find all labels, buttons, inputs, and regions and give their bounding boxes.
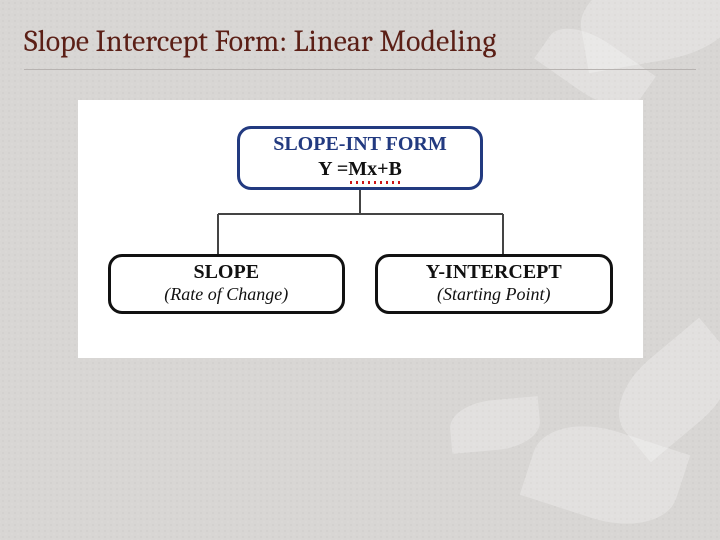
diagram-left-box: SLOPE (Rate of Change): [108, 254, 346, 314]
title-bar: Slope Intercept Form: Linear Modeling: [24, 18, 696, 70]
formula-underlined: Mx+B: [348, 158, 402, 181]
diagram-top-box: SLOPE-INT FORM Y =Mx+B: [237, 126, 483, 190]
diagram-panel: SLOPE-INT FORM Y =Mx+B SLOPE (Rate of Ch…: [78, 100, 643, 358]
left-box-label: SLOPE: [119, 261, 335, 284]
top-box-heading: SLOPE-INT FORM: [248, 133, 472, 156]
slide-title: Slope Intercept Form: Linear Modeling: [24, 24, 696, 59]
diagram-bottom-row: SLOPE (Rate of Change) Y-INTERCEPT (Star…: [108, 254, 613, 314]
right-box-label: Y-INTERCEPT: [386, 261, 602, 284]
top-box-formula: Y =Mx+B: [318, 158, 402, 181]
right-box-sub: (Starting Point): [386, 284, 602, 305]
formula-prefix: Y =: [318, 158, 348, 180]
left-box-sub: (Rate of Change): [119, 284, 335, 305]
connector-lines: [108, 190, 613, 254]
slide: Slope Intercept Form: Linear Modeling SL…: [0, 0, 720, 540]
diagram-right-box: Y-INTERCEPT (Starting Point): [375, 254, 613, 314]
